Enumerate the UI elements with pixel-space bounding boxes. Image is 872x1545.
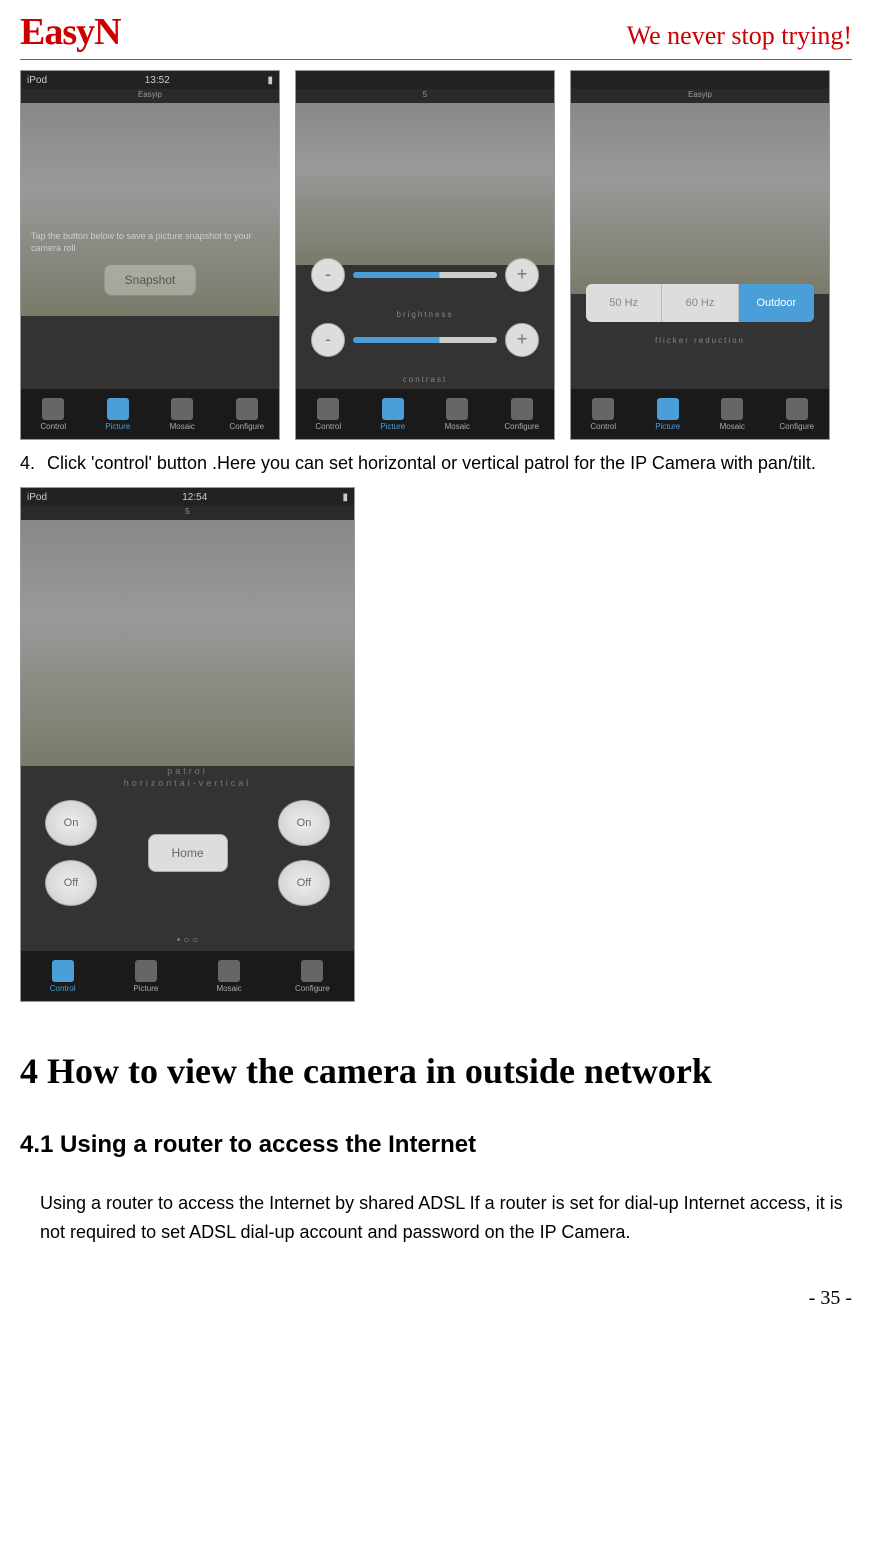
snapshot-hint: Tap the button below to save a picture s… (31, 231, 279, 254)
status-bar: iPod 13:52 ▮ (21, 71, 279, 89)
page-number: - 35 - (20, 1287, 852, 1310)
camera-feed (21, 520, 354, 766)
sliders-icon (107, 398, 129, 420)
title-bar: Easyip (571, 89, 829, 103)
page-dots: • ○ ○ (21, 935, 354, 946)
status-bar (296, 71, 554, 89)
contrast-slider[interactable]: - + (311, 323, 539, 357)
logo: EasyN (20, 10, 121, 54)
tab-picture[interactable]: Picture (104, 951, 187, 1001)
step-4-text: 4. Click 'control' button .Here you can … (20, 450, 852, 477)
minus-icon[interactable]: - (311, 258, 345, 292)
camera-feed: Tap the button below to save a picture s… (21, 103, 279, 316)
grid-icon (721, 398, 743, 420)
camera-feed (296, 103, 554, 265)
tab-control[interactable]: Control (21, 951, 104, 1001)
tab-mosaic[interactable]: Mosaic (188, 951, 271, 1001)
grid-icon (218, 960, 240, 982)
hz-60-button[interactable]: 60 Hz (662, 284, 738, 322)
brightness-label: brightness (311, 310, 539, 319)
gear-icon (236, 398, 258, 420)
status-device: iPod (27, 492, 47, 503)
tab-mosaic[interactable]: Mosaic (425, 389, 490, 439)
camera-feed (571, 103, 829, 294)
bottom-tabs: Control Picture Mosaic Configure (21, 389, 279, 439)
gear-icon (301, 960, 323, 982)
move-icon (52, 960, 74, 982)
tab-picture[interactable]: Picture (86, 389, 151, 439)
patrol-label: patrol horizontal-vertical (41, 765, 334, 790)
move-icon (592, 398, 614, 420)
section-4-heading: 4 How to view the camera in outside netw… (20, 1032, 852, 1111)
tab-control[interactable]: Control (571, 389, 636, 439)
move-icon (317, 398, 339, 420)
grid-icon (171, 398, 193, 420)
tab-configure[interactable]: Configure (271, 951, 354, 1001)
screenshot-snapshot: iPod 13:52 ▮ Easyip Tap the button below… (20, 70, 280, 440)
tab-control[interactable]: Control (21, 389, 86, 439)
move-icon (42, 398, 64, 420)
sliders-area: - + brightness - + contrast (296, 248, 554, 398)
sliders-icon (135, 960, 157, 982)
title-bar: Easyip (21, 89, 279, 103)
tab-mosaic[interactable]: Mosaic (150, 389, 215, 439)
slider-track[interactable] (353, 337, 497, 343)
hz-segmented[interactable]: 50 Hz 60 Hz Outdoor (586, 284, 814, 322)
sliders-icon (657, 398, 679, 420)
tab-configure[interactable]: Configure (490, 389, 555, 439)
bottom-tabs: Control Picture Mosaic Configure (21, 951, 354, 1001)
contrast-label: contrast (311, 375, 539, 384)
grid-icon (446, 398, 468, 420)
hz-50-button[interactable]: 50 Hz (586, 284, 662, 322)
screenshot-control: iPod 12:54 ▮ 5 patrol horizontal-vertica… (20, 487, 355, 1002)
control-area: patrol horizontal-vertical On On Home Of… (21, 755, 354, 918)
step-body: Click 'control' button .Here you can set… (47, 450, 816, 477)
status-bar (571, 71, 829, 89)
battery-icon: ▮ (267, 75, 273, 86)
status-bar: iPod 12:54 ▮ (21, 488, 354, 506)
status-time: 13:52 (145, 75, 170, 86)
sliders-icon (382, 398, 404, 420)
battery-icon: ▮ (342, 492, 348, 503)
screenshot-brightness: 5 - + brightness - + contrast Control Pi… (295, 70, 555, 440)
step-number: 4. (20, 450, 35, 477)
title-bar: 5 (296, 89, 554, 103)
screenshot-flicker: Easyip 50 Hz 60 Hz Outdoor flicker reduc… (570, 70, 830, 440)
off-right-button[interactable]: Off (278, 860, 330, 906)
slider-track[interactable] (353, 272, 497, 278)
gear-icon (511, 398, 533, 420)
home-button[interactable]: Home (148, 834, 228, 872)
bottom-tabs: Control Picture Mosaic Configure (571, 389, 829, 439)
minus-icon[interactable]: - (311, 323, 345, 357)
title-bar: 5 (21, 506, 354, 520)
tab-picture[interactable]: Picture (636, 389, 701, 439)
brightness-slider[interactable]: - + (311, 258, 539, 292)
bottom-tabs: Control Picture Mosaic Configure (296, 389, 554, 439)
snapshot-button[interactable]: Snapshot (104, 264, 197, 296)
flicker-label: flicker reduction (571, 336, 829, 345)
tab-control[interactable]: Control (296, 389, 361, 439)
control-grid: On On Home Off Off (41, 798, 334, 908)
on-right-button[interactable]: On (278, 800, 330, 846)
status-time: 12:54 (182, 492, 207, 503)
page-header: EasyN We never stop trying! (20, 10, 852, 60)
outdoor-button[interactable]: Outdoor (739, 284, 814, 322)
subsection-4-1-heading: 4.1 Using a router to access the Interne… (20, 1131, 852, 1159)
tab-configure[interactable]: Configure (765, 389, 830, 439)
off-left-button[interactable]: Off (45, 860, 97, 906)
plus-icon[interactable]: + (505, 323, 539, 357)
tab-configure[interactable]: Configure (215, 389, 280, 439)
gear-icon (786, 398, 808, 420)
on-left-button[interactable]: On (45, 800, 97, 846)
plus-icon[interactable]: + (505, 258, 539, 292)
tab-picture[interactable]: Picture (361, 389, 426, 439)
status-device: iPod (27, 75, 47, 86)
body-paragraph: Using a router to access the Internet by… (20, 1189, 852, 1247)
screenshots-row-top: iPod 13:52 ▮ Easyip Tap the button below… (20, 70, 852, 440)
slogan: We never stop trying! (627, 21, 852, 51)
tab-mosaic[interactable]: Mosaic (700, 389, 765, 439)
